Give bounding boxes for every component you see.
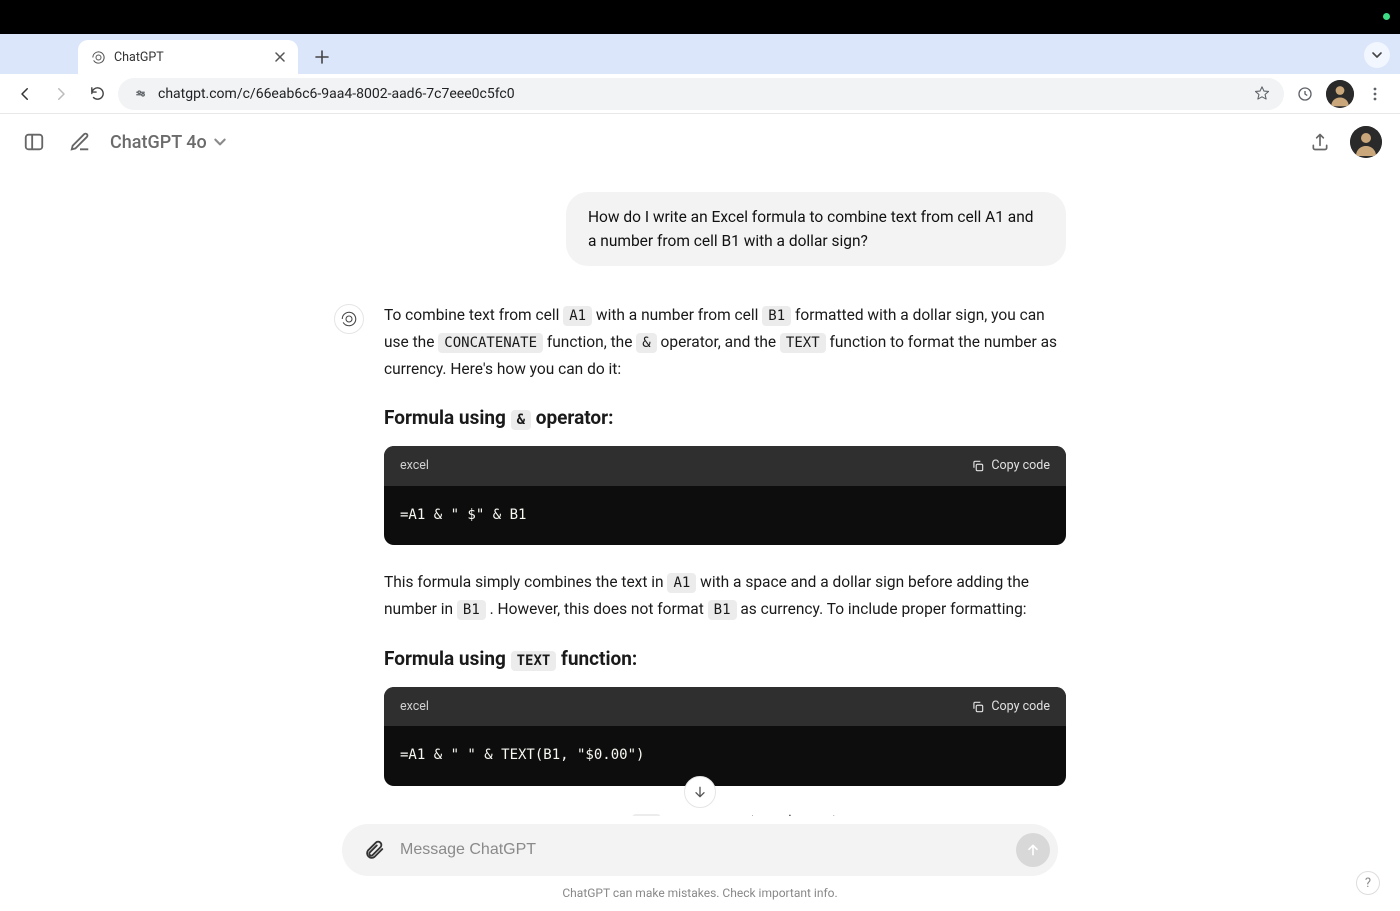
code-header: excel Copy code [384,446,1066,485]
model-label: ChatGPT 4o [110,132,207,153]
code-content: =A1 & " $" & B1 [384,486,1066,546]
user-avatar[interactable] [1350,126,1382,158]
code-concatenate: CONCATENATE [438,333,543,353]
os-title-bar [0,0,1400,34]
share-button[interactable] [1304,126,1336,158]
assistant-content: To combine text from cell A1 with a numb… [384,302,1066,816]
code-block-2: excel Copy code =A1 & " " & TEXT(B1, "$0… [384,687,1066,786]
extensions-icon[interactable] [1290,79,1320,109]
heading-amp-operator: Formula using & operator: [384,402,1066,434]
browser-profile-button[interactable] [1326,80,1354,108]
assistant-message: To combine text from cell A1 with a numb… [334,302,1066,816]
send-button[interactable] [1016,833,1050,867]
recording-indicator [1383,13,1390,20]
browser-menu-icon[interactable] [1360,79,1390,109]
chevron-down-icon [213,135,227,149]
url-text: chatgpt.com/c/66eab6c6-9aa4-8002-aad6-7c… [158,86,1244,102]
composer [342,824,1058,876]
code-language: excel [400,696,429,717]
assistant-avatar-icon [334,304,364,334]
code-language: excel [400,455,429,476]
code-content: =A1 & " " & TEXT(B1, "$0.00") [384,726,1066,786]
disclaimer-text: ChatGPT can make mistakes. Check importa… [0,876,1400,906]
message-input[interactable] [400,841,1004,859]
scroll-to-bottom-button[interactable] [684,776,716,808]
tab-title: ChatGPT [114,50,264,65]
forward-button[interactable] [46,79,76,109]
code-block-1: excel Copy code =A1 & " $" & B1 [384,446,1066,545]
tabs-dropdown-button[interactable] [1364,42,1390,68]
new-tab-button[interactable] [308,43,336,71]
code-header: excel Copy code [384,687,1066,726]
back-button[interactable] [10,79,40,109]
heading-text-function: Formula using TEXT function: [384,643,1066,675]
composer-area: ChatGPT can make mistakes. Check importa… [0,816,1400,906]
help-button[interactable]: ? [1356,871,1380,895]
assistant-paragraph: To combine text from cell A1 with a numb… [384,302,1066,382]
code-ampersand: & [636,333,656,353]
bookmark-icon[interactable] [1254,86,1270,102]
user-message: How do I write an Excel formula to combi… [334,192,1066,266]
close-tab-button[interactable] [272,49,288,65]
browser-tab-strip: ChatGPT [0,34,1400,74]
code-b1: B1 [762,306,791,326]
browser-tab-active[interactable]: ChatGPT [78,40,298,74]
copy-code-button[interactable]: Copy code [971,696,1050,717]
site-settings-icon[interactable] [132,86,148,102]
code-a1: A1 [563,306,592,326]
reload-button[interactable] [82,79,112,109]
new-chat-button[interactable] [64,126,96,158]
browser-toolbar: chatgpt.com/c/66eab6c6-9aa4-8002-aad6-7c… [0,74,1400,114]
app-header: ChatGPT 4o [0,114,1400,170]
user-message-text: How do I write an Excel formula to combi… [566,192,1066,266]
copy-code-button[interactable]: Copy code [971,455,1050,476]
model-selector[interactable]: ChatGPT 4o [110,132,227,153]
toggle-sidebar-button[interactable] [18,126,50,158]
conversation-area: How do I write an Excel formula to combi… [0,170,1400,816]
address-bar[interactable]: chatgpt.com/c/66eab6c6-9aa4-8002-aad6-7c… [118,78,1284,110]
attach-button[interactable] [360,836,388,864]
assistant-paragraph: This formula simply combines the text in… [384,569,1066,623]
openai-favicon-icon [90,49,106,65]
code-text: TEXT [780,333,826,353]
